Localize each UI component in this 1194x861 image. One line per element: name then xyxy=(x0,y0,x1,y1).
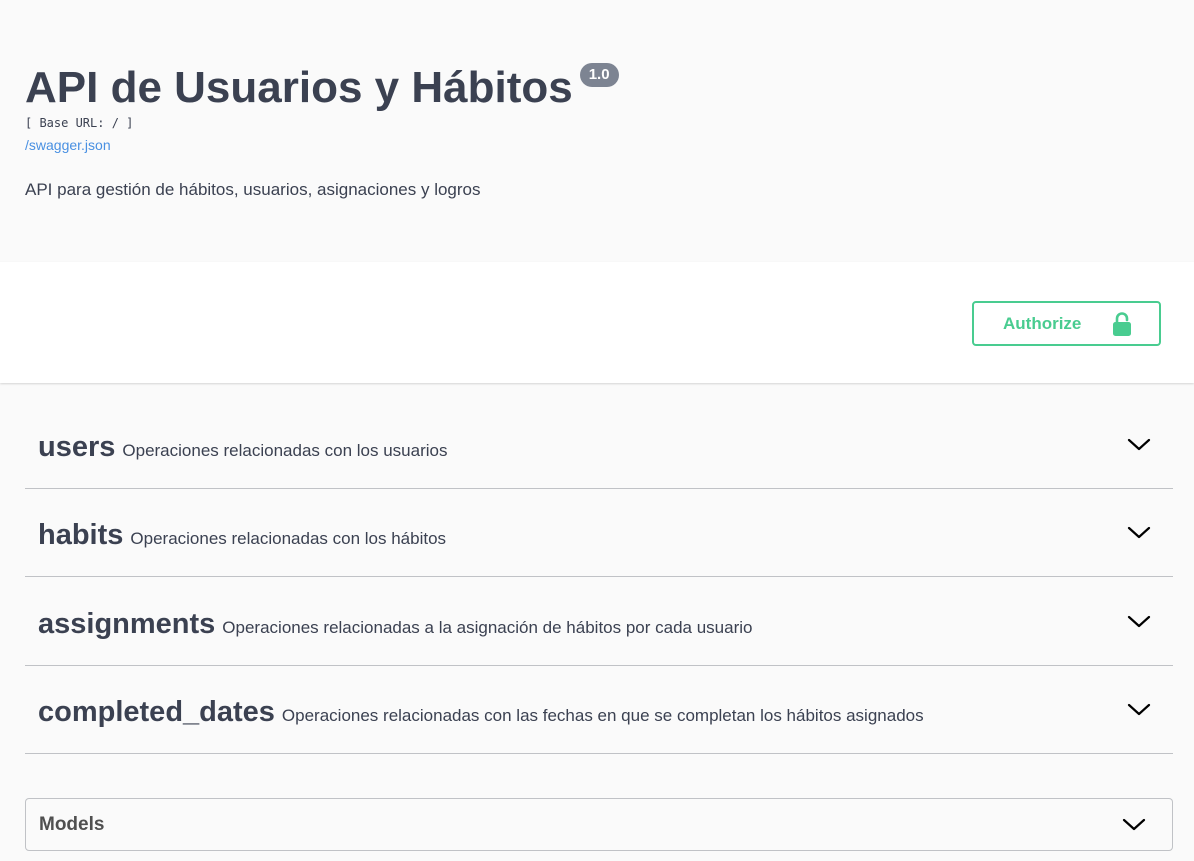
api-description: API para gestión de hábitos, usuarios, a… xyxy=(25,180,481,199)
tag-heading: completed_dates Operaciones relacionadas… xyxy=(38,696,924,729)
authorize-button[interactable]: Authorize xyxy=(972,301,1161,346)
scheme-container: Authorize xyxy=(0,262,1194,383)
tag-name[interactable]: habits xyxy=(38,519,123,552)
tag-description: Operaciones relacionadas con los hábitos xyxy=(130,529,447,548)
base-url: [ Base URL: / ] xyxy=(25,116,134,130)
tag-description: Operaciones relacionadas a la asignación… xyxy=(222,618,753,637)
tag-section-assignments[interactable]: assignments Operaciones relacionadas a l… xyxy=(25,577,1173,666)
tag-name[interactable]: users xyxy=(38,431,115,464)
models-title[interactable]: Models xyxy=(39,814,104,836)
unlock-icon xyxy=(1113,312,1131,336)
tag-section-completed-dates[interactable]: completed_dates Operaciones relacionadas… xyxy=(25,666,1173,754)
tag-list: users Operaciones relacionadas con los u… xyxy=(25,400,1173,754)
chevron-down-icon[interactable] xyxy=(1127,521,1151,545)
tag-description: Operaciones relacionadas con las fechas … xyxy=(281,706,924,725)
version-badge: 1.0 xyxy=(579,63,619,87)
title-row: API de Usuarios y Hábitos 1.0 xyxy=(25,60,619,116)
models-section[interactable]: Models xyxy=(25,798,1173,851)
tag-description: Operaciones relacionadas con los usuario… xyxy=(122,441,448,460)
swagger-json-link[interactable]: /swagger.json xyxy=(25,136,111,154)
tag-name[interactable]: assignments xyxy=(38,608,215,641)
tag-heading: habits Operaciones relacionadas con los … xyxy=(38,519,446,552)
chevron-down-icon[interactable] xyxy=(1127,433,1151,457)
api-info: API de Usuarios y Hábitos 1.0 [ Base URL… xyxy=(0,0,1194,262)
tag-heading: users Operaciones relacionadas con los u… xyxy=(38,431,447,464)
tag-heading: assignments Operaciones relacionadas a l… xyxy=(38,608,752,641)
chevron-down-icon[interactable] xyxy=(1127,610,1151,634)
authorize-label: Authorize xyxy=(1003,313,1082,333)
tag-section-users[interactable]: users Operaciones relacionadas con los u… xyxy=(25,400,1173,489)
tag-section-habits[interactable]: habits Operaciones relacionadas con los … xyxy=(25,489,1173,577)
chevron-down-icon[interactable] xyxy=(1127,698,1151,722)
chevron-down-icon[interactable] xyxy=(1122,813,1146,837)
tag-name[interactable]: completed_dates xyxy=(38,696,275,729)
page-title: API de Usuarios y Hábitos xyxy=(25,63,573,112)
